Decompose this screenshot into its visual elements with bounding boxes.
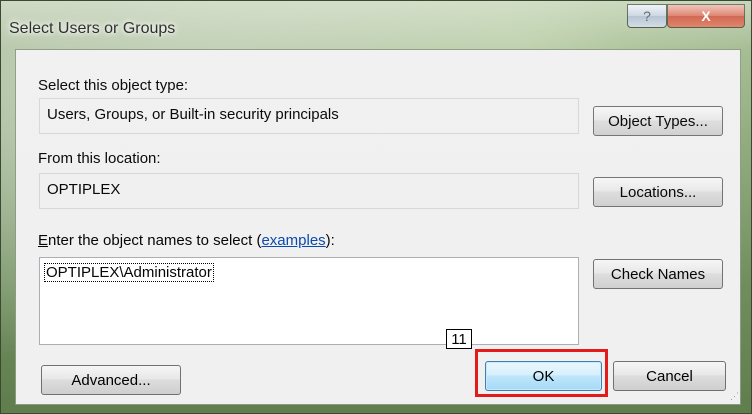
help-button[interactable]: ? bbox=[627, 4, 667, 28]
advanced-button[interactable]: Advanced... bbox=[41, 365, 181, 395]
close-button[interactable]: X bbox=[667, 4, 745, 28]
close-icon: X bbox=[701, 8, 711, 24]
examples-link[interactable]: examples bbox=[261, 232, 325, 249]
ok-highlight-box bbox=[475, 349, 608, 397]
location-value: OPTIPLEX bbox=[47, 181, 121, 198]
check-names-button[interactable]: Check Names bbox=[593, 259, 723, 289]
object-names-label: Enter the object names to select (exampl… bbox=[38, 232, 335, 249]
object-names-value: OPTIPLEX\Administrator bbox=[44, 263, 214, 282]
help-icon: ? bbox=[643, 8, 651, 24]
object-names-input[interactable]: OPTIPLEX\Administrator bbox=[39, 257, 579, 345]
access-key: E bbox=[38, 232, 49, 249]
dialog-window: Select Users or Groups ? X Select this o… bbox=[0, 0, 752, 414]
object-type-label: Select this object type: bbox=[38, 77, 189, 94]
object-types-button[interactable]: Object Types... bbox=[593, 106, 723, 136]
title-bar[interactable]: Select Users or Groups ? X bbox=[1, 1, 751, 49]
location-label: From this location: bbox=[38, 150, 161, 167]
object-type-value: Users, Groups, or Built-in security prin… bbox=[47, 106, 339, 123]
step-marker: 11 bbox=[446, 329, 472, 349]
resize-grip-icon[interactable]: ⋰ bbox=[730, 391, 739, 402]
cancel-button[interactable]: Cancel bbox=[613, 361, 726, 391]
locations-button[interactable]: Locations... bbox=[593, 177, 723, 207]
location-field: OPTIPLEX bbox=[39, 173, 579, 209]
object-type-field: Users, Groups, or Built-in security prin… bbox=[39, 98, 579, 134]
window-title: Select Users or Groups bbox=[9, 20, 176, 37]
dialog-client-area: Select this object type: Users, Groups, … bbox=[15, 49, 741, 405]
